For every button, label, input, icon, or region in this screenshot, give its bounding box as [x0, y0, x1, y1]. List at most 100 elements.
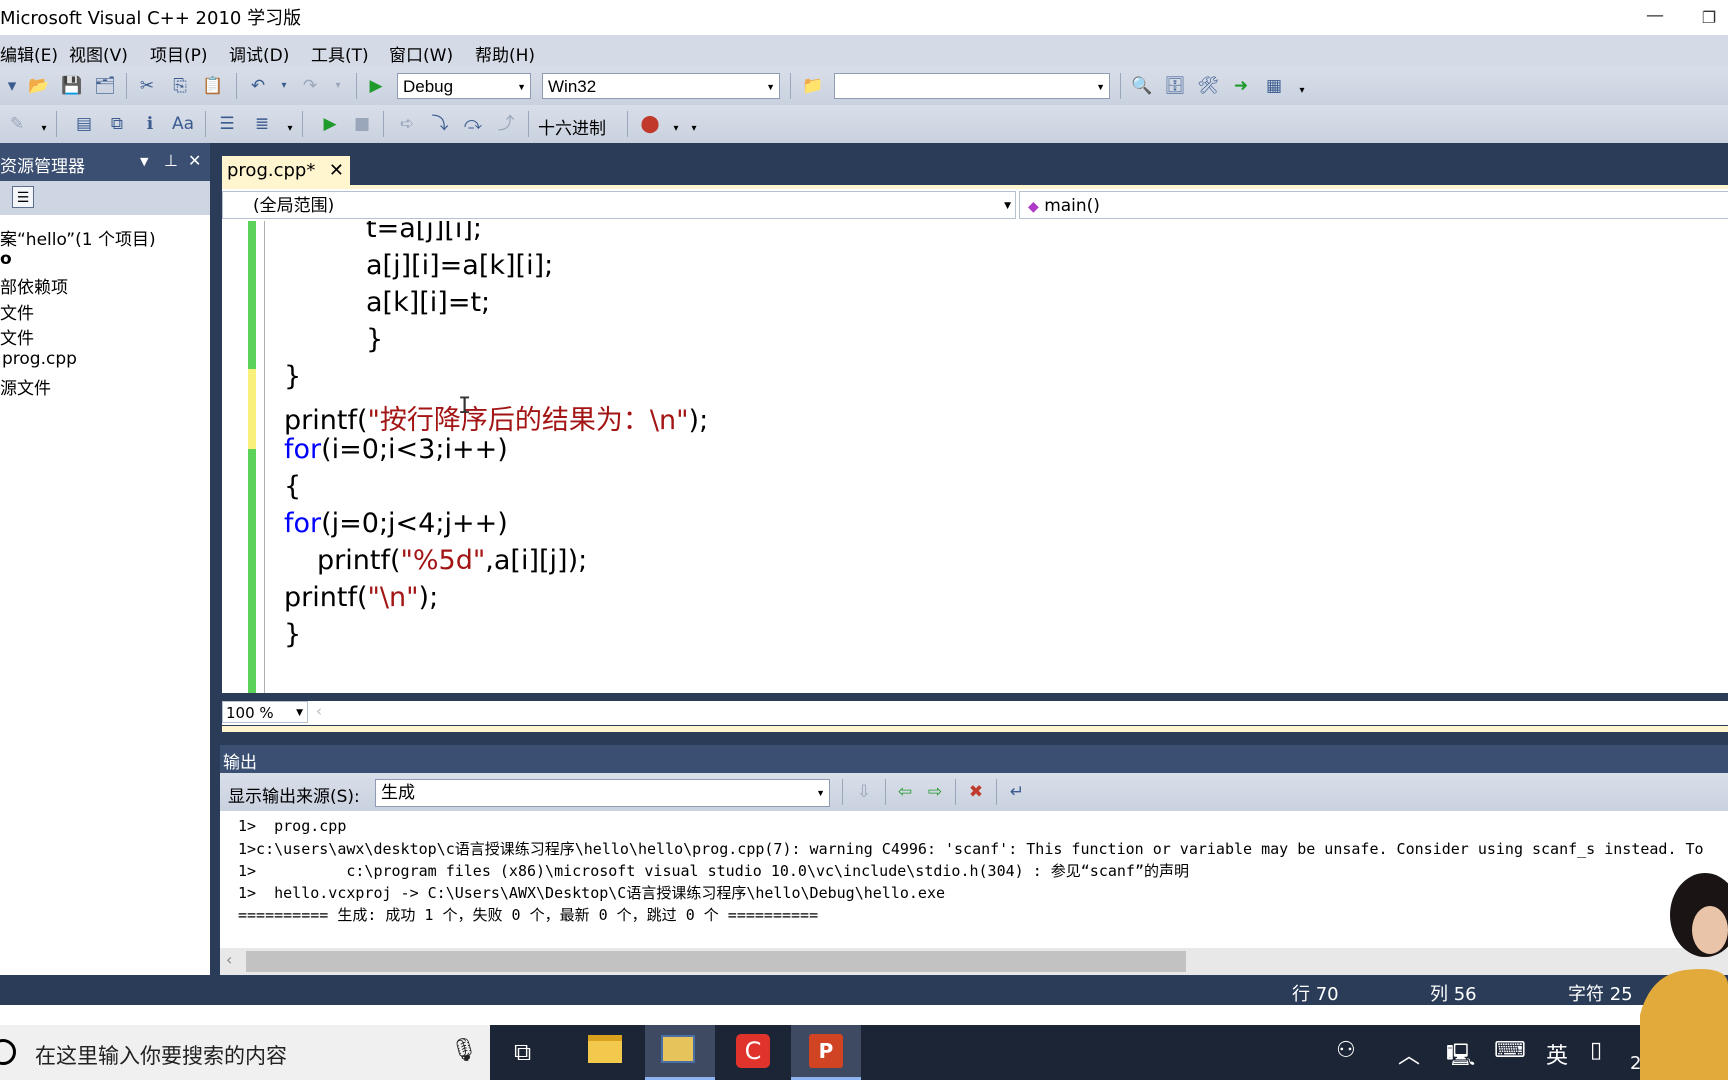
code-line[interactable]: for(i=0;i<3;i++) — [284, 434, 508, 465]
prog-cpp-file[interactable]: prog.cpp — [0, 349, 77, 369]
menu-project[interactable]: 项目(P) — [150, 41, 208, 66]
code-line[interactable]: a[k][i]=t; — [366, 287, 490, 318]
close-tab-icon[interactable]: ✕ — [329, 156, 344, 186]
zoom-select[interactable]: 100 % ▼ — [222, 701, 308, 723]
tab-prog-cpp[interactable]: prog.cpp* ✕ — [222, 156, 350, 186]
toolbar-overflow-icon[interactable]: ▾ — [278, 117, 302, 141]
import-icon[interactable]: ➜ — [1229, 74, 1253, 98]
network-icon[interactable]: 🖳 — [1446, 1038, 1475, 1076]
list-members-icon[interactable]: ▤ — [72, 112, 96, 136]
code-line[interactable]: printf("按行降序后的结果为：\n"); — [284, 398, 708, 437]
new-item-icon[interactable]: ▾ — [0, 74, 24, 98]
save-icon[interactable]: 💾 — [60, 74, 84, 98]
menu-window[interactable]: 窗口(W) — [389, 41, 453, 66]
touch-keyboard-icon[interactable]: ⌨ — [1494, 1038, 1526, 1063]
platform-select[interactable]: Win32 ▼ — [542, 73, 780, 99]
save-all-icon[interactable]: 🗂 — [93, 74, 117, 98]
file-explorer-button[interactable] — [572, 1025, 642, 1080]
toolbar-overflow-icon[interactable]: ▾ — [32, 117, 56, 141]
disabled-tool-icon[interactable]: ✎ — [5, 112, 29, 136]
indent-icon[interactable]: ≣ — [250, 112, 274, 136]
scope-select[interactable]: (全局范围) ▼ — [222, 191, 1016, 219]
find-combo[interactable]: ▼ — [834, 73, 1110, 99]
menu-view[interactable]: 视图(V) — [69, 41, 128, 66]
properties-icon[interactable]: ☰ — [12, 186, 34, 208]
task-view-button[interactable]: ⧉ — [492, 1025, 562, 1080]
people-icon[interactable]: ⚇ — [1336, 1038, 1356, 1063]
menu-tools[interactable]: 工具(T) — [311, 41, 369, 66]
powerpoint-button[interactable]: P — [791, 1025, 861, 1080]
outdent-icon[interactable]: ☰ — [215, 112, 239, 136]
code-line[interactable]: a[j][i]=a[k][i]; — [366, 250, 553, 281]
menu-debug[interactable]: 调试(D) — [229, 41, 289, 66]
show-hidden-icons-icon[interactable]: ︿ — [1398, 1038, 1420, 1070]
stop-icon[interactable]: ■ — [350, 112, 374, 136]
code-line[interactable]: } — [284, 361, 301, 392]
code-line[interactable]: for(j=0;j<4;j++) — [284, 508, 508, 539]
ime-indicator[interactable]: 英 — [1546, 1038, 1568, 1070]
properties-icon[interactable]: 🗄 — [1163, 74, 1187, 98]
next-message-icon[interactable]: ⇨ — [923, 780, 947, 804]
find-symbol-icon[interactable]: 🔍 — [1130, 74, 1154, 98]
scroll-left-icon[interactable]: ‹ — [226, 950, 232, 969]
scrollbar-thumb[interactable] — [246, 951, 1186, 972]
restore-button[interactable]: ❐ — [1690, 0, 1728, 35]
code-line[interactable]: } — [366, 324, 383, 355]
parameter-info-icon[interactable]: ⧉ — [105, 112, 129, 136]
hexadecimal-toggle[interactable]: 十六进制 — [538, 114, 606, 139]
code-area[interactable]: t=a[j][i]; a[j][i]=a[k][i]; a[k][i]=t;}} pr… — [222, 221, 1728, 693]
complete-word-icon[interactable]: Aa — [171, 112, 195, 136]
redo-dropdown-icon[interactable]: ▾ — [326, 74, 350, 98]
close-icon[interactable]: ✕ — [188, 151, 201, 170]
code-line[interactable]: printf("%5d",a[i][j]); — [317, 545, 587, 576]
code-line[interactable]: t=a[j][i]; — [366, 221, 482, 244]
notification-icon[interactable]: ▯ — [1590, 1038, 1602, 1063]
continue-icon[interactable]: ▶ — [318, 112, 342, 136]
breakpoints-icon[interactable]: ⬤ — [638, 112, 662, 136]
undo-dropdown-icon[interactable]: ▾ — [272, 74, 296, 98]
code-line[interactable]: { — [284, 471, 301, 502]
word-wrap-icon[interactable]: ↵ — [1005, 780, 1029, 804]
pin-icon[interactable]: ⊥ — [164, 151, 178, 170]
copy-icon[interactable]: ⎘ — [168, 74, 192, 98]
camtasia-button[interactable]: C — [718, 1025, 788, 1080]
tools-icon[interactable]: 🛠 — [1196, 74, 1220, 98]
start-debug-icon[interactable]: ▶ — [364, 74, 388, 98]
menu-edit[interactable]: 编辑(E) — [0, 41, 58, 66]
resource-files-node[interactable]: 文件 — [0, 324, 34, 349]
show-next-statement-icon[interactable]: ➪ — [395, 112, 419, 136]
solution-node[interactable]: 案“hello”(1 个项目) — [0, 225, 156, 250]
microphone-icon[interactable]: 🎙 — [450, 1038, 478, 1063]
class-view-icon[interactable]: ▦ — [1262, 74, 1286, 98]
step-over-icon[interactable]: ⤼ — [461, 112, 485, 136]
taskbar-search[interactable]: 在这里输入你要搜索的内容 🎙 — [0, 1025, 490, 1080]
output-source-select[interactable]: 生成 ▼ — [375, 779, 830, 807]
output-horizontal-scrollbar[interactable]: ‹ — [220, 948, 1728, 975]
toolbar-overflow-icon[interactable]: ▾ — [1290, 79, 1314, 103]
clear-all-icon[interactable]: ✖ — [964, 780, 988, 804]
code-line[interactable]: printf("\n"); — [284, 582, 438, 613]
step-into-icon[interactable]: ⤵ — [428, 112, 452, 136]
find-message-icon[interactable]: ⇩ — [852, 780, 876, 804]
code-line[interactable]: } — [284, 619, 301, 650]
cut-icon[interactable]: ✂ — [135, 74, 159, 98]
open-folder-icon[interactable]: 📂 — [27, 74, 51, 98]
find-in-files-icon[interactable]: 📁 — [801, 74, 825, 98]
external-dependencies-node[interactable]: 部依赖项 — [0, 273, 68, 298]
quick-info-icon[interactable]: ℹ — [138, 112, 162, 136]
redo-icon[interactable]: ↷ — [298, 74, 322, 98]
header-files-node[interactable]: 文件 — [0, 299, 34, 324]
configuration-select[interactable]: Debug ▼ — [397, 73, 531, 99]
project-node[interactable]: o — [0, 249, 12, 269]
step-out-icon[interactable]: ⤴ — [494, 112, 518, 136]
paste-icon[interactable]: 📋 — [201, 74, 225, 98]
source-files-node[interactable]: 源文件 — [0, 374, 51, 399]
dropdown-icon[interactable]: ▼ — [140, 155, 148, 168]
scroll-left-icon[interactable]: ‹ — [316, 702, 322, 720]
visual-studio-button[interactable] — [645, 1025, 715, 1080]
minimize-button[interactable]: — — [1630, 0, 1680, 35]
menu-help[interactable]: 帮助(H) — [475, 41, 535, 66]
function-select[interactable]: ◆ main() — [1019, 191, 1728, 219]
previous-message-icon[interactable]: ⇦ — [893, 780, 917, 804]
toolbar-overflow-icon[interactable]: ▾ — [682, 117, 706, 141]
